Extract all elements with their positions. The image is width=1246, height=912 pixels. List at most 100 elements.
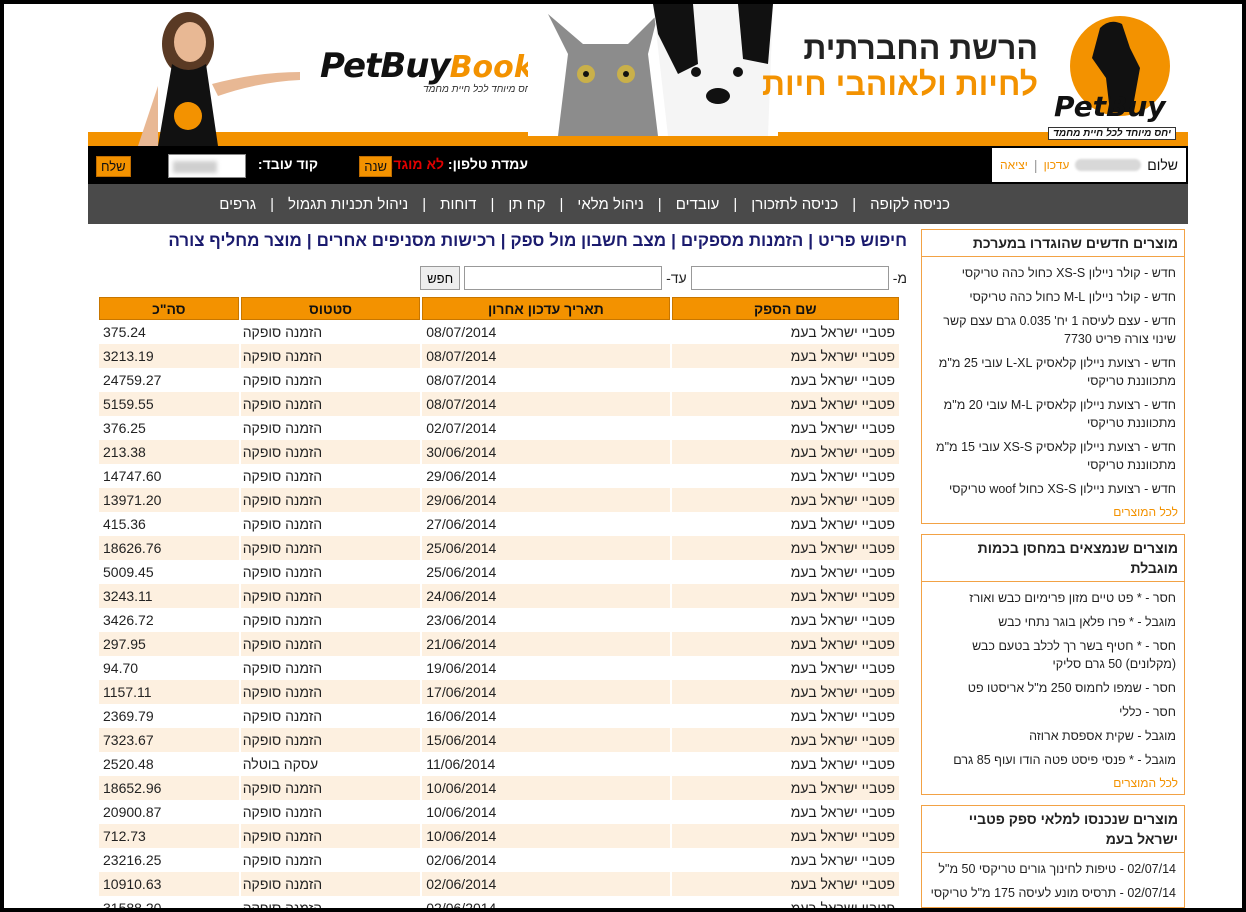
- nav-item-cash-register[interactable]: כניסה לקופה: [870, 196, 950, 213]
- column-total[interactable]: סה"כ: [99, 297, 239, 320]
- table-row[interactable]: פטביי ישראל בעמ 10/06/2014 הזמנה סופקה 712.…: [99, 824, 899, 848]
- table-row[interactable]: פטביי ישראל בעמ 21/06/2014 הזמנה סופקה 297.…: [99, 632, 899, 656]
- list-item[interactable]: מוגבל - * פנסי פיסט פטה הודו ועוף 85 גרם: [922, 748, 1184, 772]
- nav-item-reports[interactable]: דוחות: [440, 196, 476, 213]
- cell-supplier: פטביי ישראל בעמ: [671, 584, 899, 608]
- change-phone-button[interactable]: שנה: [359, 156, 392, 177]
- table-row[interactable]: פטביי ישראל בעמ 10/06/2014 הזמנה סופקה 2090…: [99, 800, 899, 824]
- sidebar: מוצרים חדשים שהוגדרו במערכת חדש - קולר נ…: [921, 229, 1185, 912]
- list-item[interactable]: חדש - קולר ניילון XS-S כחול כהה טריקסי: [922, 261, 1184, 285]
- nav-item-employees[interactable]: עובדים: [676, 196, 720, 213]
- nav-item-give-take[interactable]: קח תן: [508, 196, 545, 213]
- table-row[interactable]: פטביי ישראל בעמ 11/06/2014 עסקה בוטלה 2520.…: [99, 752, 899, 776]
- cell-date: 10/06/2014: [422, 776, 670, 800]
- phone-station: עמדת טלפון: לא מוגדר: [385, 156, 528, 172]
- cell-supplier: פטביי ישראל בעמ: [790, 660, 895, 676]
- update-link[interactable]: עדכון: [1044, 158, 1070, 172]
- table-row[interactable]: פטביי ישראל בעמ 17/06/2014 הזמנה סופקה 1157…: [99, 680, 899, 704]
- logo-main-tagline: יחס מיוחד לכל חיית מחמד: [1048, 127, 1176, 140]
- search-button[interactable]: חפש: [420, 266, 461, 290]
- to-date-input[interactable]: [464, 266, 663, 290]
- list-item[interactable]: חסר - * חטיף בשר רך לכלב בטעם כבש (מקלונ…: [922, 634, 1184, 676]
- nav-item-rewards[interactable]: ניהול תכניות תגמול: [288, 196, 408, 213]
- supplier-stock-box: מוצרים שנכנסו למלאי ספק פטביי ישראל בעמ …: [921, 805, 1185, 908]
- table-row[interactable]: פטביי ישראל בעמ 02/06/2014 הזמנה סופקה 2321…: [99, 848, 899, 872]
- table-row[interactable]: פטביי ישראל בעמ 24/06/2014 הזמנה סופקה 3243…: [99, 584, 899, 608]
- column-status[interactable]: סטטוס: [240, 297, 421, 320]
- nav-item-reminders[interactable]: כניסה לתזכורן: [751, 196, 838, 213]
- logout-link[interactable]: יציאה: [1000, 158, 1028, 172]
- low-stock-title: מוצרים שנמצאים במחסן בכמות מוגבלת: [922, 535, 1184, 582]
- cell-date: 08/07/2014: [422, 344, 670, 368]
- nav-separator: |: [852, 195, 857, 213]
- link-supplier-balance[interactable]: מצב חשבון מול ספק: [510, 231, 666, 250]
- table-row[interactable]: פטביי ישראל בעמ 10/06/2014 הזמנה סופקה 1865…: [99, 776, 899, 800]
- column-supplier[interactable]: שם הספק: [671, 297, 899, 320]
- table-row[interactable]: פטביי ישראל בעמ 08/07/2014 הזמנה סופקה 5159…: [99, 392, 899, 416]
- table-row[interactable]: פטביי ישראל בעמ 29/06/2014 הזמנה סופקה 1397…: [99, 488, 899, 512]
- list-item[interactable]: חסר - * פט טיים מזון פרימיום כבש ואורז: [922, 586, 1184, 610]
- low-stock-all-link[interactable]: לכל המוצרים: [922, 774, 1184, 794]
- cell-status: הזמנה סופקה: [242, 900, 323, 912]
- table-row[interactable]: פטביי ישראל בעמ 30/06/2014 הזמנה סופקה 213.…: [99, 440, 899, 464]
- table-row[interactable]: פטביי ישראל בעמ 29/06/2014 הזמנה סופקה 1474…: [99, 464, 899, 488]
- table-row[interactable]: פטביי ישראל בעמ 15/06/2014 הזמנה סופקה 7323…: [99, 728, 899, 752]
- cell-total: 2520.48: [103, 756, 154, 772]
- cell-total: 5159.55: [99, 392, 239, 416]
- list-item[interactable]: מוגבל - * פרו פלאן בוגר נתחי כבש: [922, 610, 1184, 634]
- cell-date: 02/06/2014: [426, 900, 497, 912]
- table-row[interactable]: פטביי ישראל בעמ 25/06/2014 הזמנה סופקה 1862…: [99, 536, 899, 560]
- to-date-label: עד-: [666, 270, 687, 286]
- table-row[interactable]: פטביי ישראל בעמ 27/06/2014 הזמנה סופקה 415.…: [99, 512, 899, 536]
- column-last-update[interactable]: תאריך עדכון אחרון: [422, 297, 670, 320]
- list-item[interactable]: חדש - רצועת ניילון קלאסיק M-L עובי 20 מ"…: [922, 393, 1184, 435]
- from-date-input[interactable]: [690, 266, 889, 290]
- cell-status: הזמנה סופקה: [242, 372, 323, 388]
- list-item[interactable]: חדש - רצועת ניילון XS-S כחול woof טריקסי: [922, 477, 1184, 501]
- send-button[interactable]: שלח: [96, 156, 131, 177]
- link-replacement-product[interactable]: מוצר מחליף צורה: [168, 231, 302, 250]
- from-date-label: מ-: [892, 270, 907, 286]
- link-branch-purchases[interactable]: רכישות מסניפים אחרים: [317, 231, 496, 250]
- table-row[interactable]: פטביי ישראל בעמ 08/07/2014 הזמנה סופקה 2475…: [99, 368, 899, 392]
- list-item[interactable]: חסר - כללי: [922, 700, 1184, 724]
- cell-date: 02/07/2014: [426, 420, 497, 436]
- cell-supplier: פטביי ישראל בעמ: [671, 536, 899, 560]
- table-row[interactable]: פטביי ישראל בעמ 16/06/2014 הזמנה סופקה 2369…: [99, 704, 899, 728]
- petbuy-mascot-icon: PetBuy: [1054, 16, 1170, 123]
- new-products-all-link[interactable]: לכל המוצרים: [922, 503, 1184, 523]
- list-item[interactable]: חדש - קולר ניילון M-L כחול כהה טריקסי: [922, 285, 1184, 309]
- cell-status: הזמנה סופקה: [240, 632, 421, 656]
- list-item[interactable]: חדש - רצועת ניילון קלאסיק L-XL עובי 25 מ…: [922, 351, 1184, 393]
- list-item[interactable]: חדש - עצם לעיסה 1 יח' 0.035 גרם עצם קשר …: [922, 309, 1184, 351]
- table-row[interactable]: פטביי ישראל בעמ 23/06/2014 הזמנה סופקה 3426…: [99, 608, 899, 632]
- list-item[interactable]: 02/07/14 - תרסיס מונע לעיסה 175 מ"ל טריק…: [922, 881, 1184, 905]
- table-row[interactable]: פטביי ישראל בעמ 02/06/2014 הזמנה סופקה 3158…: [99, 896, 899, 912]
- list-item[interactable]: 02/07/14 - טיפות לחינוך גורים טריקסי 50 …: [922, 857, 1184, 881]
- cell-total: 375.24: [103, 324, 146, 340]
- table-row[interactable]: פטביי ישראל בעמ 25/06/2014 הזמנה סופקה 5009…: [99, 560, 899, 584]
- low-stock-box: מוצרים שנמצאים במחסן בכמות מוגבלת חסר - …: [921, 534, 1185, 795]
- logo-book-text: Book: [449, 50, 534, 85]
- cell-status: הזמנה סופקה: [242, 564, 323, 580]
- table-row[interactable]: פטביי ישראל בעמ 08/07/2014 הזמנה סופקה 3213…: [99, 344, 899, 368]
- link-item-search[interactable]: חיפוש פריט: [818, 231, 907, 250]
- new-products-list: חדש - קולר ניילון XS-S כחול כהה טריקסי חד…: [922, 257, 1184, 503]
- user-links-separator: |: [1033, 157, 1038, 173]
- nav-item-inventory[interactable]: ניהול מלאי: [577, 196, 643, 213]
- table-row[interactable]: פטביי ישראל בעמ 19/06/2014 הזמנה סופקה 94.7…: [99, 656, 899, 680]
- table-row[interactable]: פטביי ישראל בעמ 08/07/2014 הזמנה סופקה 375.…: [99, 320, 899, 344]
- list-item[interactable]: חסר - שמפו לחמוס 250 מ"ל אריסטו פט: [922, 676, 1184, 700]
- list-item[interactable]: מוגבל - שקית אספסת ארוזה: [922, 724, 1184, 748]
- cell-status: הזמנה סופקה: [240, 440, 421, 464]
- link-supplier-orders[interactable]: הזמנות מספקים: [681, 231, 803, 250]
- table-row[interactable]: פטביי ישראל בעמ 02/06/2014 הזמנה סופקה 1091…: [99, 872, 899, 896]
- table-row[interactable]: פטביי ישראל בעמ 02/07/2014 הזמנה סופקה 376.…: [99, 416, 899, 440]
- list-item[interactable]: חדש - רצועת ניילון קלאסיק XS-S עובי 15 מ…: [922, 435, 1184, 477]
- nav-item-graphs[interactable]: גרפים: [219, 196, 256, 213]
- orders-table-body: פטביי ישראל בעמ 08/07/2014 הזמנה סופקה 375.…: [99, 320, 899, 912]
- employee-code-input[interactable]: [168, 154, 246, 178]
- cell-date: 10/06/2014: [426, 804, 497, 820]
- cell-total: 3213.19: [99, 344, 239, 368]
- cell-supplier: פטביי ישראל בעמ: [790, 372, 895, 388]
